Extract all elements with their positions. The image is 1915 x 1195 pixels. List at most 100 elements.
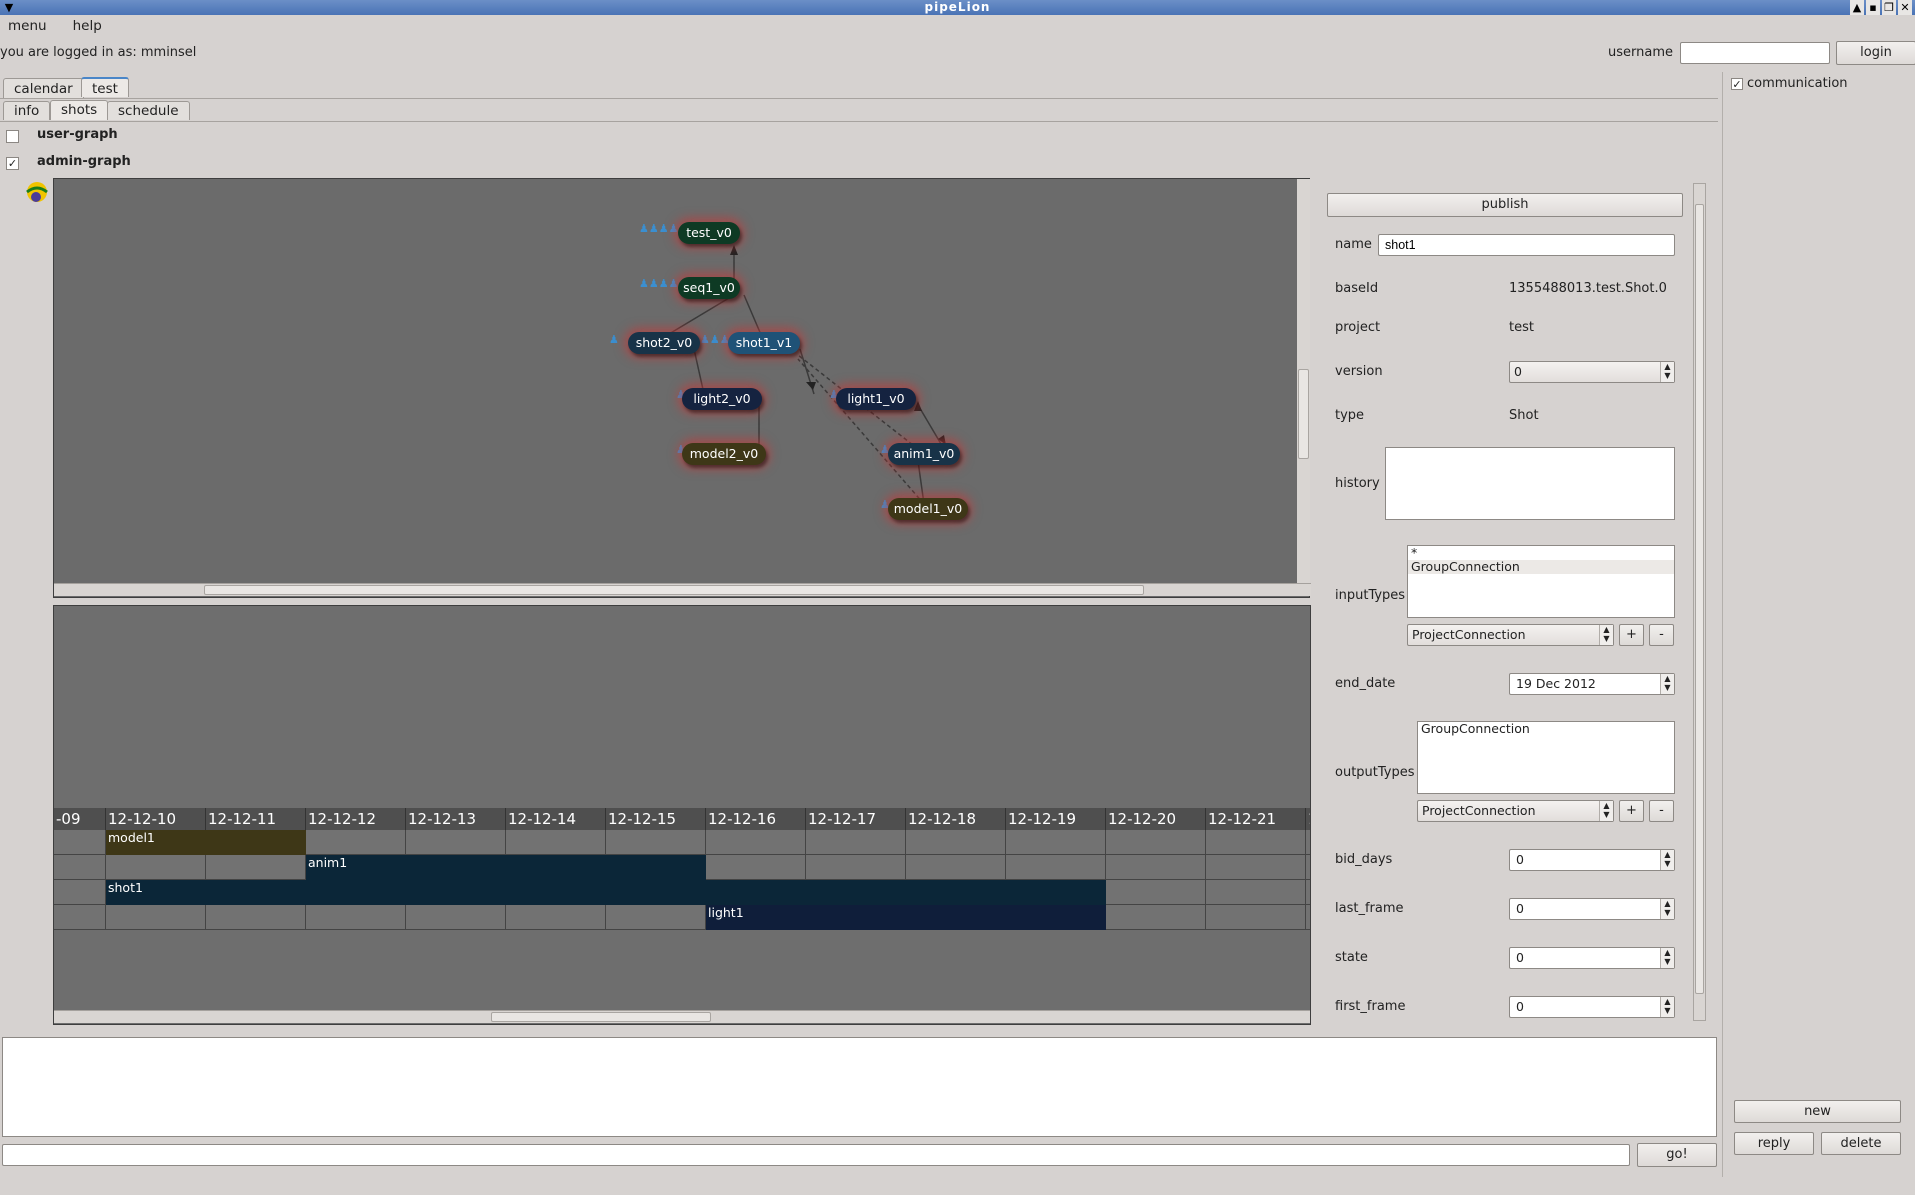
gantt-date: 12-12-15	[606, 808, 706, 830]
combo-value: ProjectConnection	[1412, 627, 1526, 642]
graph-horizontal-scrollbar[interactable]	[54, 583, 1311, 596]
graph-node[interactable]: model2_v0	[682, 443, 766, 465]
svg-text:♟♟♟♟: ♟♟♟♟	[639, 222, 678, 235]
tab-calendar[interactable]: calendar	[3, 78, 84, 98]
minimize-icon[interactable]: ▪	[1866, 0, 1880, 15]
state-input[interactable]: 0 ▲ ▼	[1509, 947, 1675, 969]
gantt-cell	[306, 830, 406, 855]
outputtypes-combo[interactable]: ProjectConnection ▲ ▼	[1417, 800, 1614, 822]
command-input[interactable]	[2, 1144, 1630, 1166]
gantt-date: 12-12-17	[806, 808, 906, 830]
admin-graph-checkbox[interactable]: ✓	[6, 157, 19, 170]
gantt-cell	[1006, 855, 1106, 880]
graph-hscroll-thumb[interactable]	[204, 585, 1144, 595]
graph-node[interactable]: shot1_v1	[728, 332, 800, 354]
username-input[interactable]	[1680, 42, 1830, 64]
pipelion-logo-icon[interactable]	[24, 180, 50, 206]
spin-arrows-icon[interactable]: ▲ ▼	[1660, 948, 1674, 968]
version-label: version	[1335, 364, 1383, 379]
inputtypes-combo[interactable]: ProjectConnection ▲ ▼	[1407, 624, 1614, 646]
maximize-icon[interactable]: ❐	[1882, 0, 1896, 15]
delete-button[interactable]: delete	[1821, 1132, 1901, 1155]
gantt-horizontal-scrollbar[interactable]	[54, 1010, 1310, 1023]
publish-button[interactable]: publish	[1327, 193, 1683, 217]
spin-arrows-icon[interactable]: ▲ ▼	[1660, 899, 1674, 919]
gantt-bar[interactable]: shot1	[106, 880, 1106, 905]
graph-node[interactable]: test_v0	[678, 222, 740, 244]
version-select[interactable]: 0 ▲ ▼	[1509, 361, 1675, 383]
bid-days-input[interactable]: 0 ▲ ▼	[1509, 849, 1675, 871]
list-item[interactable]: *	[1408, 546, 1674, 560]
graph-node[interactable]: seq1_v0	[678, 277, 740, 299]
gantt-hscroll-thumb[interactable]	[491, 1012, 711, 1022]
communication-checkbox[interactable]: ✓	[1731, 78, 1743, 90]
admin-graph-label: admin-graph	[37, 154, 131, 169]
node-graph-canvas[interactable]: ♟♟♟♟ ♟♟♟♟ ♟ ♟♟♟ ♟ ♟ ♟ ♟ ♟ test_v0 seq1_v…	[53, 178, 1311, 598]
menu-item-help[interactable]: help	[73, 18, 102, 34]
graph-vscroll-thumb[interactable]	[1298, 369, 1309, 459]
gantt-bar-label: model1	[108, 830, 155, 845]
name-input[interactable]	[1378, 234, 1675, 256]
gantt-bar[interactable]: anim1	[306, 855, 706, 880]
gantt-chart[interactable]: -09 12-12-10 12-12-11 12-12-12 12-12-13 …	[53, 605, 1311, 1025]
username-label: username	[1608, 45, 1673, 60]
spin-arrows-icon[interactable]: ▲ ▼	[1660, 850, 1674, 870]
tab-test[interactable]: test	[81, 77, 129, 97]
list-item[interactable]: GroupConnection	[1418, 722, 1674, 736]
remove-inputtype-button[interactable]: -	[1649, 624, 1674, 646]
gantt-cell	[206, 905, 306, 930]
spin-arrows-icon[interactable]: ▲ ▼	[1660, 674, 1674, 694]
graph-node[interactable]: anim1_v0	[888, 443, 960, 465]
svg-text:♟: ♟	[609, 333, 619, 346]
login-button[interactable]: login	[1836, 41, 1915, 65]
go-button[interactable]: go!	[1637, 1143, 1717, 1167]
gantt-date: 12-12-12	[306, 808, 406, 830]
gantt-bar[interactable]: model1	[106, 830, 306, 855]
history-list[interactable]	[1385, 447, 1675, 520]
graph-node[interactable]: shot2_v0	[628, 332, 700, 354]
list-item[interactable]: GroupConnection	[1408, 560, 1674, 574]
spin-arrows-icon[interactable]: ▲ ▼	[1660, 997, 1674, 1017]
bid-days-label: bid_days	[1335, 852, 1393, 867]
add-outputtype-button[interactable]: +	[1619, 800, 1644, 822]
outputtypes-list[interactable]: GroupConnection	[1417, 721, 1675, 794]
end-date-input[interactable]: 19 Dec 2012 ▲ ▼	[1509, 673, 1675, 695]
tab-shots[interactable]: shots	[50, 100, 109, 120]
graph-node[interactable]: model1_v0	[888, 498, 968, 520]
graph-node[interactable]: light2_v0	[682, 388, 762, 410]
reply-button[interactable]: reply	[1734, 1132, 1814, 1155]
gantt-date: -09	[54, 808, 106, 830]
gantt-cell	[706, 830, 806, 855]
state-label: state	[1335, 950, 1368, 965]
inputtypes-list[interactable]: * GroupConnection	[1407, 545, 1675, 618]
properties-vertical-scrollbar[interactable]	[1693, 183, 1706, 1021]
graph-vertical-scrollbar[interactable]	[1297, 179, 1310, 583]
message-log[interactable]	[2, 1037, 1717, 1137]
graph-node[interactable]: light1_v0	[836, 388, 916, 410]
gantt-date: 12-12-11	[206, 808, 306, 830]
gantt-cell	[1306, 880, 1310, 905]
gantt-bar[interactable]: light1	[706, 905, 1106, 930]
graph-node-label: test_v0	[686, 225, 732, 240]
add-inputtype-button[interactable]: +	[1619, 624, 1644, 646]
new-message-button[interactable]: new	[1734, 1100, 1901, 1123]
window-menu-icon[interactable]: ▼	[2, 0, 16, 15]
first-frame-input[interactable]: 0 ▲ ▼	[1509, 996, 1675, 1018]
menu-item-menu[interactable]: menu	[8, 18, 47, 34]
gantt-cell	[1006, 830, 1106, 855]
menubar: menu help	[0, 18, 120, 38]
tab-info[interactable]: info	[3, 101, 51, 120]
close-icon[interactable]: ✕	[1898, 0, 1912, 15]
gantt-cell	[1206, 905, 1306, 930]
gantt-cell	[54, 830, 106, 855]
user-graph-checkbox[interactable]	[6, 130, 19, 143]
graph-node-label: shot2_v0	[635, 335, 693, 350]
gantt-cell	[54, 905, 106, 930]
last-frame-input[interactable]: 0 ▲ ▼	[1509, 898, 1675, 920]
bid-days-value: 0	[1516, 852, 1524, 867]
remove-outputtype-button[interactable]: -	[1649, 800, 1674, 822]
tab-schedule[interactable]: schedule	[107, 101, 190, 120]
gantt-cell	[1206, 880, 1306, 905]
shade-icon[interactable]: ▲	[1850, 0, 1864, 15]
properties-vscroll-thumb[interactable]	[1695, 204, 1704, 994]
